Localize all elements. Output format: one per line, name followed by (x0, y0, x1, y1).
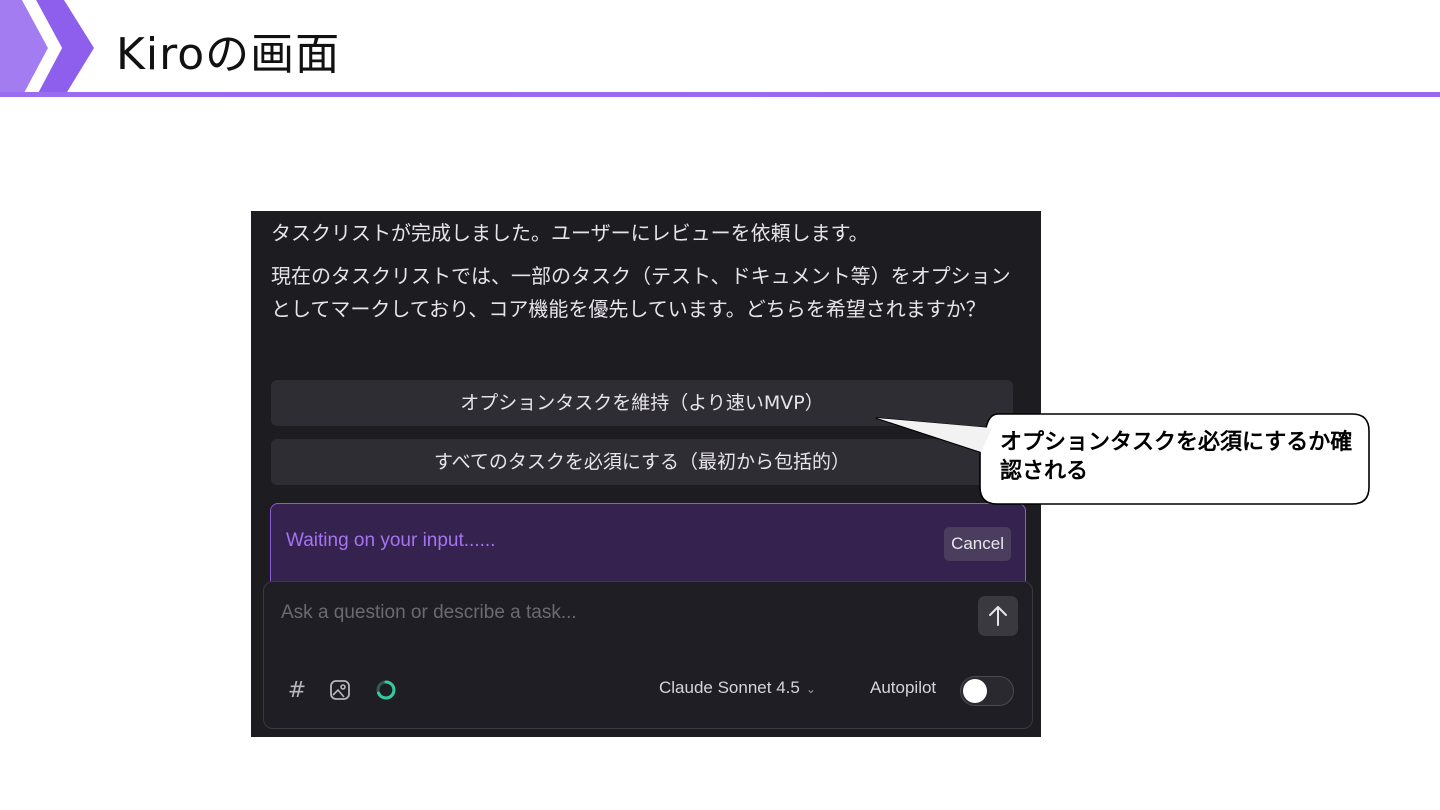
cancel-button[interactable]: Cancel (944, 527, 1011, 561)
assistant-message-1: タスクリストが完成しました。ユーザーにレビューを依頼します。 (271, 221, 869, 245)
callout-text: オプションタスクを必須にするか確認される (1000, 430, 1353, 484)
option-keep-optional-button[interactable]: オプションタスクを維持（より速いMVP） (271, 380, 1013, 426)
header-divider (0, 92, 1440, 97)
chat-input-box: # Claude Sonnet 4.5 ⌄ Autopilot (263, 581, 1033, 729)
send-button[interactable] (978, 596, 1018, 636)
chat-input[interactable] (279, 598, 963, 628)
model-selector[interactable]: Claude Sonnet 4.5 ⌄ (659, 678, 816, 698)
waiting-status-text: Waiting on your input...... (286, 530, 496, 551)
arrow-up-icon (989, 606, 1007, 626)
chevron-down-icon: ⌄ (805, 682, 816, 696)
option-make-required-button[interactable]: すべてのタスクを必須にする（最初から包括的） (271, 439, 1013, 485)
autopilot-label: Autopilot (870, 678, 937, 697)
chevron-decoration (0, 0, 94, 97)
assistant-message-2: 現在のタスクリストでは、一部のタスク（テスト、ドキュメント等）をオプションとして… (271, 264, 1011, 321)
image-icon[interactable] (327, 677, 353, 703)
slide-title: Kiroの画面 (116, 29, 341, 80)
toggle-knob (963, 679, 987, 703)
autopilot-toggle[interactable] (960, 676, 1014, 706)
hash-icon[interactable]: # (284, 677, 310, 703)
slide-header: Kiroの画面 (0, 0, 1440, 100)
spinner-icon (373, 677, 399, 703)
kiro-chat-panel: タスクリストが完成しました。ユーザーにレビューを依頼します。 現在のタスクリスト… (251, 211, 1041, 737)
model-name: Claude Sonnet 4.5 (659, 678, 800, 697)
